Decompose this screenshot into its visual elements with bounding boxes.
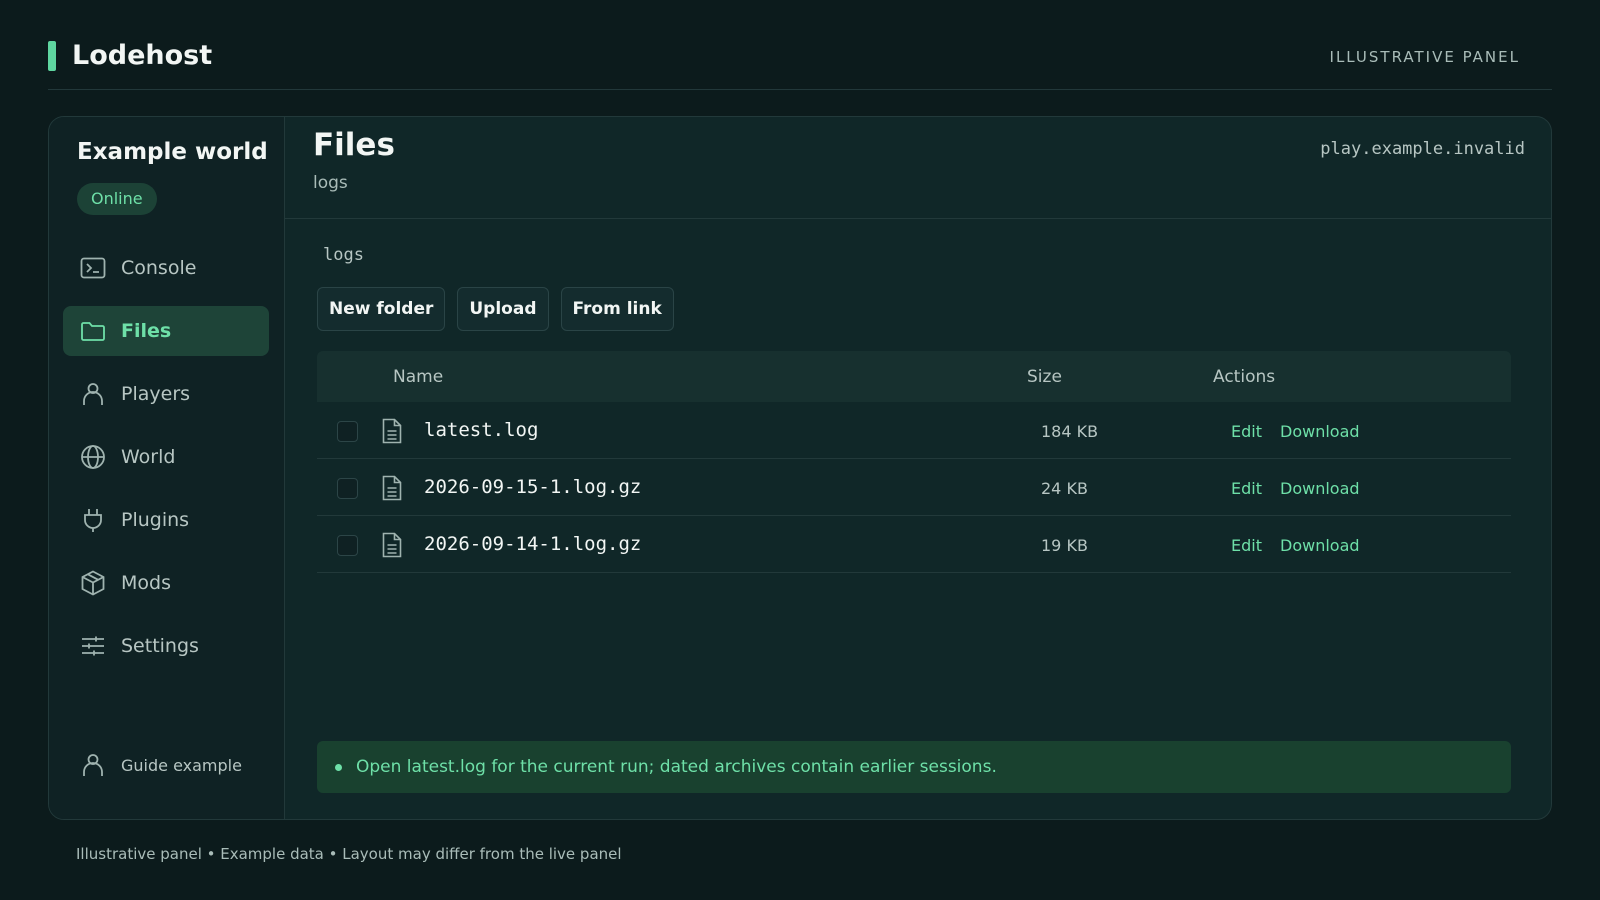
person-icon: [79, 380, 107, 408]
sidebar-nav: Console Files Players World Plugins Mods…: [63, 243, 269, 684]
notice-text: Open latest.log for the current run; dat…: [356, 757, 997, 777]
file-name[interactable]: latest.log: [424, 419, 538, 441]
box-icon: [79, 569, 107, 597]
top-bar: Lodehost ILLUSTRATIVE PANEL: [48, 30, 1552, 90]
table-header: Name Size Actions: [317, 351, 1511, 402]
column-name-header[interactable]: Name: [393, 367, 443, 387]
row-checkbox[interactable]: [337, 478, 358, 499]
column-actions-header: Actions: [1213, 367, 1276, 387]
globe-icon: [79, 443, 107, 471]
user-label: Guide example: [121, 755, 242, 775]
status-badge: Online: [77, 183, 157, 215]
sidebar-item-label: Players: [121, 383, 191, 405]
user-account[interactable]: Guide example: [79, 751, 242, 779]
file-icon: [382, 532, 402, 558]
sidebar-item-files[interactable]: Files: [63, 306, 269, 356]
sidebar-item-players[interactable]: Players: [63, 369, 269, 419]
table-row[interactable]: 2026-09-15-1.log.gz 24 KB Edit Download: [317, 459, 1511, 516]
download-link[interactable]: Download: [1280, 479, 1360, 498]
edit-link[interactable]: Edit: [1231, 422, 1262, 441]
sidebar-item-settings[interactable]: Settings: [63, 621, 269, 671]
edit-link[interactable]: Edit: [1231, 536, 1262, 555]
row-checkbox[interactable]: [337, 535, 358, 556]
table-row[interactable]: latest.log 184 KB Edit Download: [317, 402, 1511, 459]
file-toolbar: New folder Upload From link: [317, 287, 674, 331]
from-link-button[interactable]: From link: [560, 287, 674, 331]
folder-icon: [79, 317, 107, 345]
file-name[interactable]: 2026-09-14-1.log.gz: [424, 533, 641, 555]
sidebar-item-console[interactable]: Console: [63, 243, 269, 293]
server-name: Example world: [77, 139, 268, 165]
person-icon: [79, 751, 107, 779]
main-header: Files logs play.example.invalid: [285, 117, 1551, 219]
file-table: Name Size Actions latest.log 184 KB Edit…: [317, 351, 1511, 573]
file-size: 24 KB: [1041, 479, 1088, 498]
new-folder-button[interactable]: New folder: [317, 287, 446, 331]
plug-icon: [79, 506, 107, 534]
sliders-icon: [79, 632, 107, 660]
panel-label: ILLUSTRATIVE PANEL: [1329, 48, 1520, 66]
info-notice: Open latest.log for the current run; dat…: [317, 741, 1511, 793]
sidebar-item-label: Console: [121, 257, 197, 279]
sidebar-item-label: World: [121, 446, 176, 468]
download-link[interactable]: Download: [1280, 422, 1360, 441]
sidebar-item-mods[interactable]: Mods: [63, 558, 269, 608]
file-size: 19 KB: [1041, 536, 1088, 555]
upload-button[interactable]: Upload: [457, 287, 549, 331]
page-title: Files: [313, 127, 395, 163]
file-icon: [382, 418, 402, 444]
terminal-icon: [79, 254, 107, 282]
sidebar-item-label: Plugins: [121, 509, 190, 531]
brand-name: Lodehost: [72, 40, 213, 71]
sidebar-item-label: Settings: [121, 635, 199, 657]
brand-mark-icon: [48, 40, 56, 71]
server-address: play.example.invalid: [1320, 139, 1525, 159]
file-size: 184 KB: [1041, 422, 1099, 441]
column-size-header[interactable]: Size: [1027, 367, 1062, 387]
main-content: Files logs play.example.invalid logs New…: [285, 117, 1551, 819]
server-panel: Example world Online Console Files Playe…: [48, 116, 1552, 820]
bullet-dot-icon: [335, 763, 342, 771]
sidebar-item-label: Mods: [121, 572, 171, 594]
footer-note: Illustrative panel • Example data • Layo…: [76, 845, 622, 863]
brand[interactable]: Lodehost: [48, 40, 212, 71]
sidebar-item-world[interactable]: World: [63, 432, 269, 482]
sidebar-item-label: Files: [121, 320, 172, 342]
edit-link[interactable]: Edit: [1231, 479, 1262, 498]
file-name[interactable]: 2026-09-15-1.log.gz: [424, 476, 641, 498]
sidebar: Example world Online Console Files Playe…: [49, 117, 285, 819]
sidebar-item-plugins[interactable]: Plugins: [63, 495, 269, 545]
current-path: logs: [323, 245, 364, 265]
download-link[interactable]: Download: [1280, 536, 1360, 555]
table-row[interactable]: 2026-09-14-1.log.gz 19 KB Edit Download: [317, 516, 1511, 573]
file-icon: [382, 475, 402, 501]
page-subtitle: logs: [313, 173, 348, 193]
row-checkbox[interactable]: [337, 421, 358, 442]
